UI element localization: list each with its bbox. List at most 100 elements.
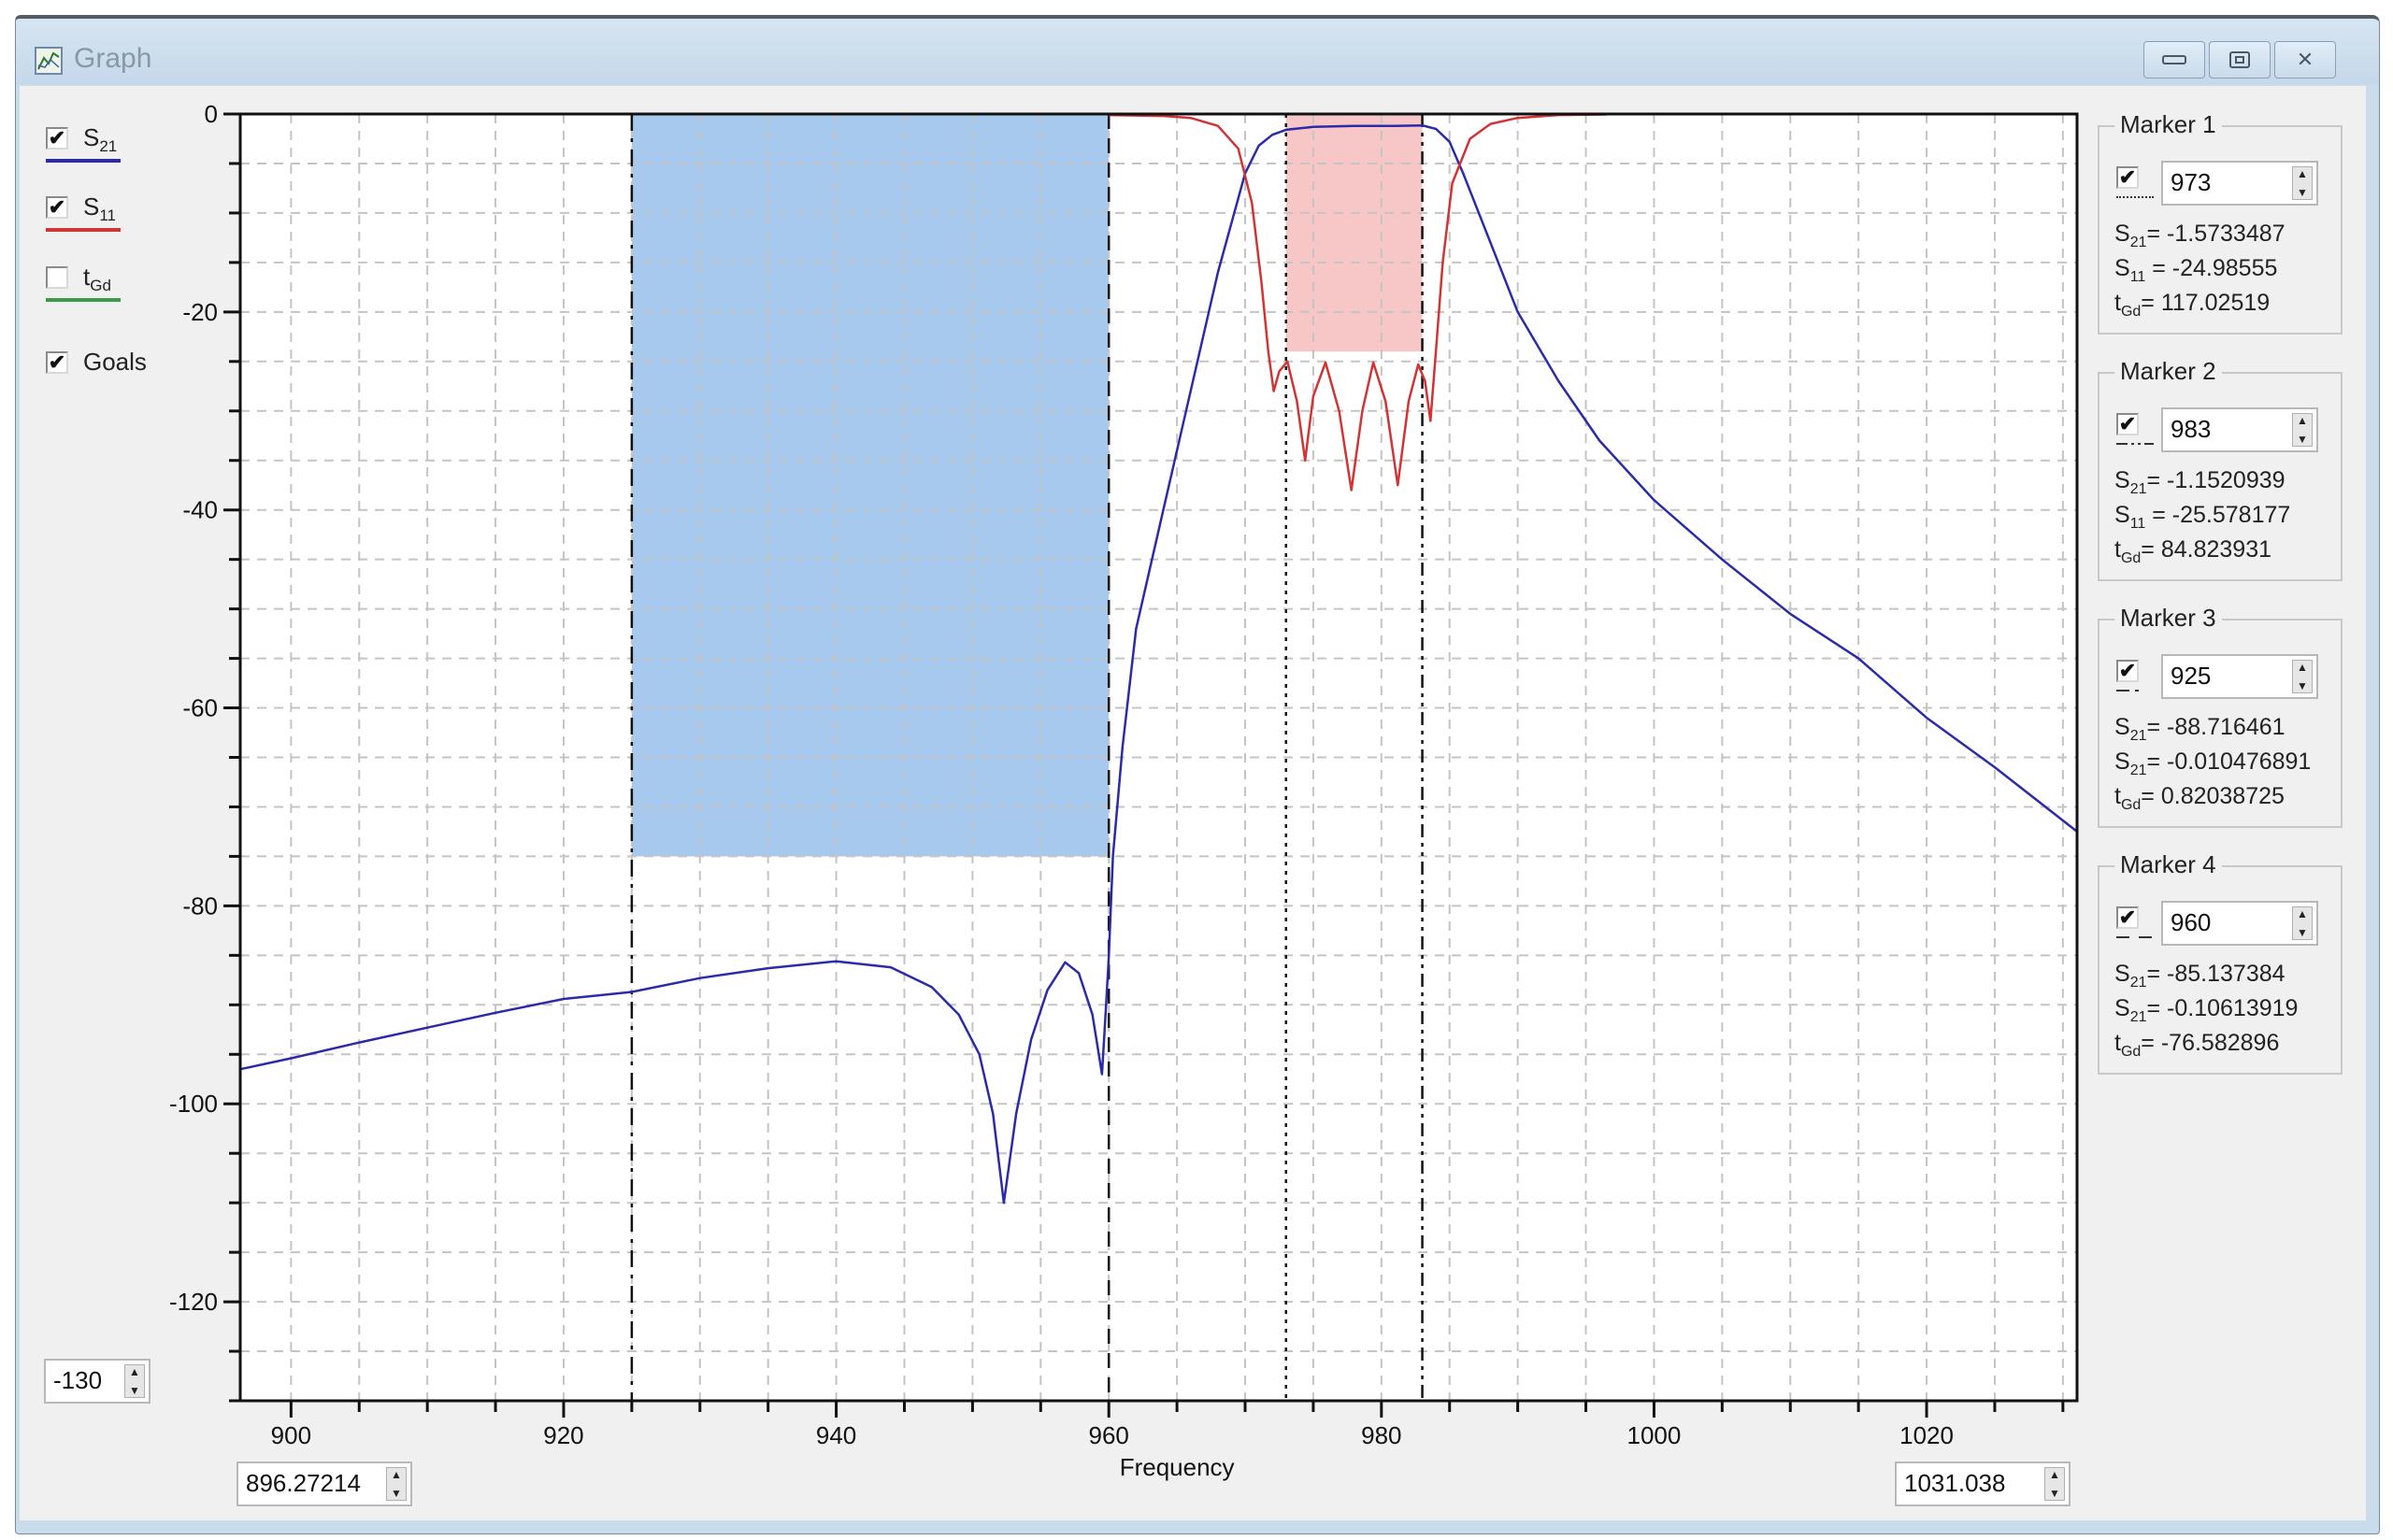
spin-down-icon[interactable]: ▼ [2297,186,2308,199]
legend-tgd: tGd [46,263,149,322]
marker-2-frequency[interactable]: 983 [2171,415,2211,444]
marker-1-s11: S11 = -24.98555 [2114,255,2278,285]
window-title: Graph [74,43,152,74]
minimize-icon [2162,55,2186,64]
spin-up-icon[interactable]: ▲ [129,1365,140,1378]
spin-down-icon[interactable]: ▼ [2297,926,2308,939]
s21-legend-line [46,159,121,163]
maximize-icon [2229,51,2250,68]
check-icon: ✔ [48,126,66,150]
x-axis-label: Frequency [1120,1453,1235,1481]
title-bar[interactable]: Graph ✕ [16,19,2379,84]
goals-checkbox[interactable]: ✔ [46,351,68,374]
x-max-value[interactable]: 1031.038 [1904,1469,2005,1498]
marker-2-tgd: tGd= 84.823931 [2114,536,2272,566]
x-tick-label: 1000 [1627,1421,1682,1449]
marker-1-line-style [2116,196,2154,198]
marker-3-title: Marker 3 [2114,604,2222,633]
spin-up-icon[interactable]: ▲ [2297,414,2308,427]
marker-1-frequency-spinbox[interactable]: 973 ▲ ▼ [2161,161,2318,206]
marker-4-s21: S21= -85.137384 [2114,961,2286,991]
marker-4-group: Marker 4 ✔ 960 ▲ ▼ S21= -85.137384 S21= -… [2098,850,2343,1075]
y-tick-label: 0 [205,100,218,128]
marker-1-frequency[interactable]: 973 [2171,168,2211,197]
marker-2-group: Marker 2 ✔ 983 ▲ ▼ S21= -1.1520939 S11 = … [2098,357,2343,581]
s21-checkbox[interactable]: ✔ [46,127,68,150]
marker-4-checkbox[interactable]: ✔ [2116,906,2139,929]
tgd-checkbox[interactable] [46,266,68,289]
spin-down-icon[interactable]: ▼ [2297,679,2308,692]
check-icon: ✔ [2118,905,2137,929]
s21-label: S21 [83,123,118,156]
close-icon: ✕ [2296,48,2314,71]
marker-2-frequency-spinbox[interactable]: 983 ▲ ▼ [2161,407,2318,452]
marker-4-frequency-spinbox[interactable]: 960 ▲ ▼ [2161,901,2318,946]
marker-1-group: Marker 1 ✔ 973 ▲ ▼ S21= -1.5733487 S11 = … [2098,110,2343,335]
marker-2-title: Marker 2 [2114,357,2222,386]
marker-4-title: Marker 4 [2114,850,2222,879]
spin-up-icon[interactable]: ▲ [2049,1468,2060,1481]
graph-chart-icon [35,47,63,75]
spin-down-icon[interactable]: ▼ [2049,1487,2060,1500]
graph-client-area: 900 920 940 960 980 1000 1020 0 -20 -40 -60 -80 -100… [20,86,2366,1520]
y-tick-label: -100 [169,1090,218,1118]
marker-3-s21: S21= -88.716461 [2114,714,2286,744]
marker-2-checkbox[interactable]: ✔ [2116,413,2139,435]
x-min-spinbox[interactable]: 896.27214 ▲ ▼ [236,1462,412,1506]
y-tick-label: -20 [182,298,218,326]
s11-label: S11 [83,192,116,225]
y-tick-label: -120 [169,1288,218,1316]
check-icon: ✔ [48,195,66,219]
spin-up-icon[interactable]: ▲ [2297,907,2308,920]
marker-3-frequency[interactable]: 925 [2171,662,2211,691]
frequency-response-chart: 900 920 940 960 980 1000 1020 0 -20 -40 -60 -80 -100… [169,100,2079,1481]
tgd-legend-line [46,298,121,302]
marker-3-group: Marker 3 ✔ 925 ▲ ▼ S21= -88.716461 S21= -… [2098,604,2343,828]
spin-up-icon[interactable]: ▲ [2297,167,2308,180]
spin-up-icon[interactable]: ▲ [391,1468,402,1481]
y-min-value[interactable]: -130 [53,1366,102,1395]
close-button[interactable]: ✕ [2274,41,2336,78]
x-max-spinbox[interactable]: 1031.038 ▲ ▼ [1895,1462,2071,1506]
y-tick-label: -60 [182,694,218,722]
x-tick-label: 980 [1361,1421,1401,1449]
goals-label: Goals [83,348,147,376]
x-tick-label: 900 [271,1421,311,1449]
S11-passband-goal [1285,114,1423,352]
spin-up-icon[interactable]: ▲ [2297,661,2308,674]
s11-checkbox[interactable]: ✔ [46,196,68,219]
y-tick-label: -80 [182,891,218,920]
check-icon: ✔ [2118,659,2137,682]
marker-3-frequency-spinbox[interactable]: 925 ▲ ▼ [2161,654,2318,699]
tgd-label: tGd [83,263,111,295]
marker-4-frequency[interactable]: 960 [2171,908,2211,937]
S21-stopband-goal [631,114,1110,857]
marker-4-s21-b: S21= -0.10613919 [2114,995,2299,1025]
minimize-button[interactable] [2143,41,2205,78]
s11-legend-line [46,228,121,232]
x-min-value[interactable]: 896.27214 [246,1469,361,1498]
x-tick-label: 940 [816,1421,856,1449]
y-min-spinbox[interactable]: -130 ▲ ▼ [44,1359,150,1404]
marker-1-checkbox[interactable]: ✔ [2116,166,2139,189]
spin-down-icon[interactable]: ▼ [391,1487,402,1500]
marker-4-line-style [2116,936,2154,938]
marker-4-tgd: tGd= -76.582896 [2114,1030,2280,1060]
check-icon: ✔ [48,350,66,374]
marker-3-tgd: tGd= 0.82038725 [2114,783,2285,813]
marker-3-checkbox[interactable]: ✔ [2116,660,2139,682]
spin-down-icon[interactable]: ▼ [129,1384,140,1397]
marker-2-s11: S11 = -25.578177 [2114,502,2291,532]
legend-s21: ✔ S21 [46,123,149,183]
marker-2-s21: S21= -1.1520939 [2114,467,2286,497]
marker-1-s21: S21= -1.5733487 [2114,221,2286,250]
x-tick-label: 960 [1089,1421,1129,1449]
maximize-button[interactable] [2209,41,2271,78]
marker-3-s21-b: S21= -0.010476891 [2114,749,2312,778]
x-tick-label: 1020 [1899,1421,1954,1449]
y-tick-label: -40 [182,496,218,524]
marker-2-line-style [2116,443,2154,445]
spin-down-icon[interactable]: ▼ [2297,433,2308,446]
x-tick-label: 920 [543,1421,583,1449]
check-icon: ✔ [2118,165,2137,189]
